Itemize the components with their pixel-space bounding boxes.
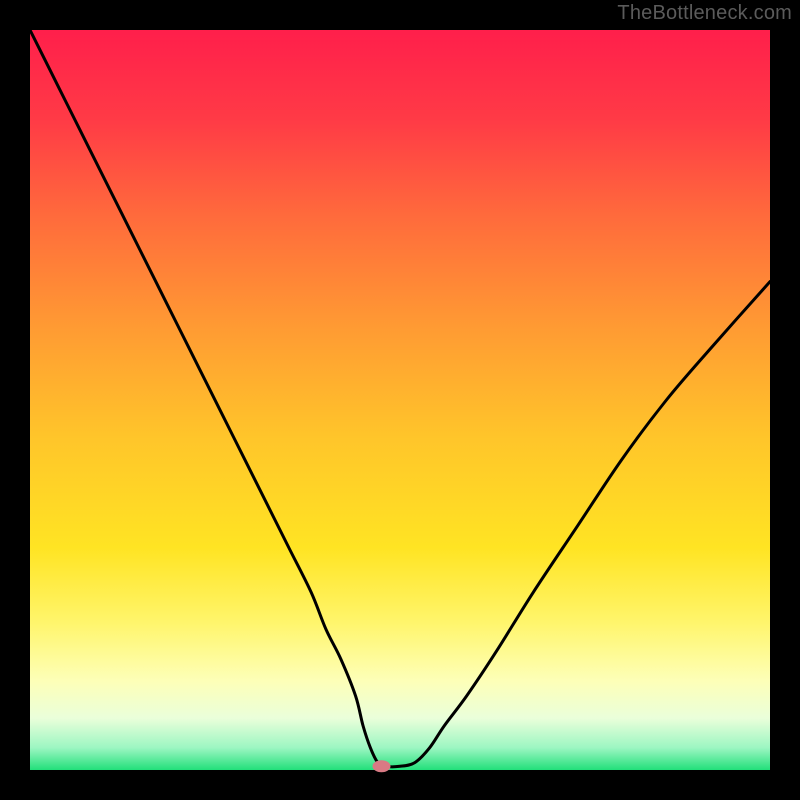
plot-background — [30, 30, 770, 770]
min-point-marker — [373, 760, 391, 772]
chart-container: TheBottleneck.com — [0, 0, 800, 800]
chart-svg — [0, 0, 800, 800]
watermark-label: TheBottleneck.com — [617, 2, 792, 25]
